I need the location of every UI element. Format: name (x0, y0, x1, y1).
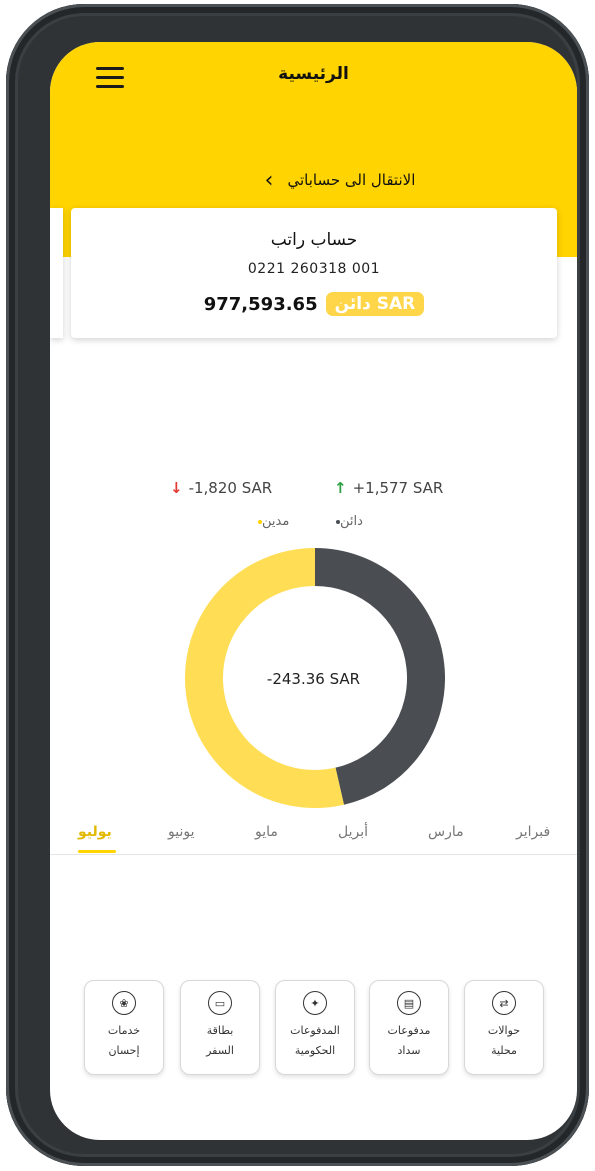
account-number: 0221 260318 001 (247, 261, 381, 277)
service-button[interactable]: ✦ المدفوعات الحكومية (275, 980, 355, 1075)
transfer-icon: ⇄ (492, 991, 516, 1015)
legend-credit-label: دائن (340, 514, 363, 529)
app-screen: الرئيسية ‹ الانتقال الى حساباتي حساب رات… (50, 42, 577, 1140)
legend-credit: دائن (333, 514, 363, 529)
service-button[interactable]: ❀ خدمات إحسان (84, 980, 164, 1075)
month-tab[interactable]: يوليو (78, 824, 112, 840)
month-tab[interactable]: أبريل (338, 824, 368, 840)
previous-account-card-edge[interactable] (50, 208, 63, 338)
service-label: الحكومية (294, 1044, 336, 1057)
service-label: سداد (397, 1044, 421, 1057)
summary-stats: ↓ -1,820 SAR ↑ +1,577 SAR (50, 479, 577, 503)
service-label: مدفوعات (387, 1024, 431, 1037)
account-name: حساب راتب (270, 230, 358, 250)
service-label: بطاقة (206, 1024, 234, 1037)
chevron-left-icon: ‹ (264, 167, 274, 193)
month-tab[interactable]: مايو (255, 824, 278, 840)
phone-frame: الرئيسية ‹ الانتقال الى حساباتي حساب رات… (6, 4, 589, 1166)
net-amount: -243.36 SAR (266, 670, 361, 688)
arrow-down-icon: ↓ (170, 479, 183, 497)
page-title: الرئيسية (278, 64, 349, 84)
my-accounts-label: الانتقال الى حساباتي (287, 171, 416, 189)
month-tab[interactable]: يونيو (168, 824, 194, 840)
charity-icon: ❀ (112, 991, 136, 1015)
arrow-up-icon: ↑ (334, 479, 347, 497)
government-emblem-icon: ✦ (303, 991, 327, 1015)
debit-stat: ↓ -1,820 SAR (170, 479, 272, 497)
account-card[interactable]: حساب راتب 0221 260318 001 977,593.65 دائ… (71, 208, 557, 338)
legend-debit-label: مدين (262, 514, 290, 529)
legend-debit: مدين (255, 514, 289, 529)
credit-amount: +1,577 SAR (352, 479, 444, 497)
service-label: إحسان (108, 1044, 140, 1057)
debit-amount: -1,820 SAR (188, 479, 273, 497)
service-button[interactable]: ▭ بطاقة السفر (180, 980, 260, 1075)
bill-icon: ▤ (397, 991, 421, 1015)
quick-services: ⇄ حوالات محلية ▤ مدفوعات سداد ✦ المدفوعات الحكوم… (50, 980, 577, 1076)
card-icon: ▭ (208, 991, 232, 1015)
service-button[interactable]: ▤ مدفوعات سداد (369, 980, 449, 1075)
service-label: حوالات (487, 1024, 521, 1037)
account-balance: 977,593.65 (203, 293, 318, 315)
service-label: السفر (206, 1044, 234, 1057)
month-tabs: فبراير مارس أبريل مايو يونيو يوليو (50, 820, 577, 855)
my-accounts-link[interactable]: ‹ الانتقال الى حساباتي (220, 166, 460, 194)
service-label: محلية (491, 1044, 517, 1057)
account-balance-row: 977,593.65 دائن SAR (71, 292, 557, 316)
credit-stat: ↑ +1,577 SAR (334, 479, 443, 497)
service-label: المدفوعات (290, 1024, 340, 1037)
month-tab[interactable]: مارس (428, 824, 464, 840)
service-button[interactable]: ⇄ حوالات محلية (464, 980, 544, 1075)
active-month-indicator (78, 850, 116, 853)
month-tab[interactable]: فبراير (516, 824, 550, 840)
service-label: خدمات (107, 1024, 141, 1037)
credit-badge: دائن SAR (325, 292, 425, 316)
